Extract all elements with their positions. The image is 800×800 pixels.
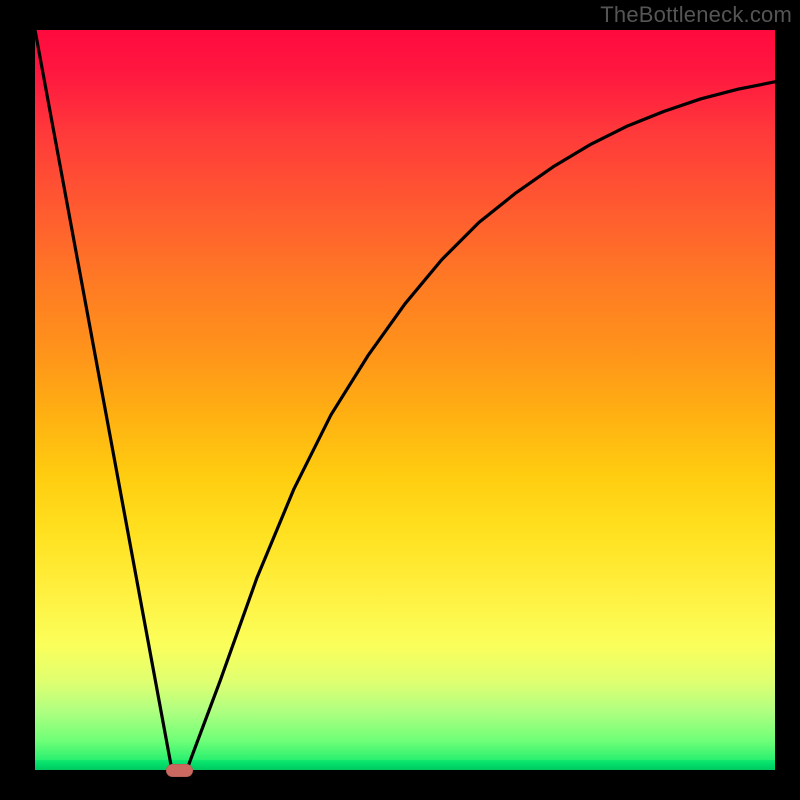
- watermark-text: TheBottleneck.com: [600, 2, 792, 28]
- datapoint-marker: [166, 764, 193, 777]
- bottleneck-curve: [35, 30, 775, 770]
- curve-path: [35, 30, 775, 770]
- chart-frame: TheBottleneck.com: [0, 0, 800, 800]
